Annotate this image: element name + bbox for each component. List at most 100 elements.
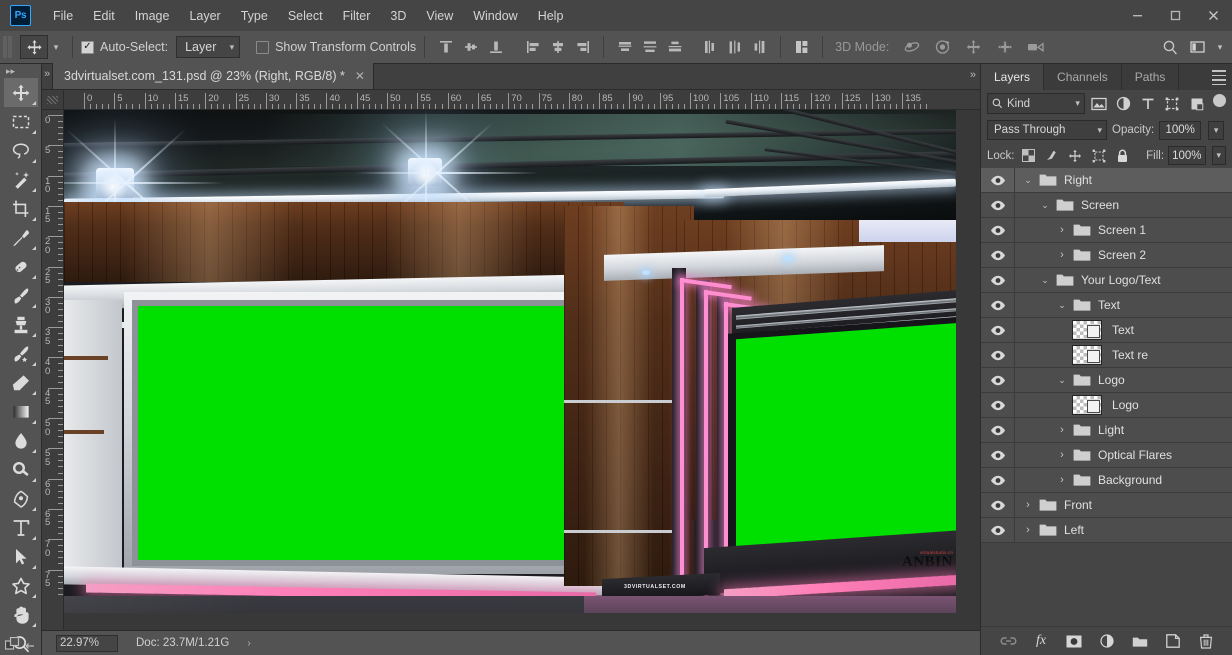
align-left-edges-icon[interactable] bbox=[520, 35, 545, 59]
horizontal-ruler[interactable]: 0 5 10 15 20 25 30 35 40 45 50 55 60 65 70 75 80 85 90 95 10… bbox=[64, 90, 980, 110]
distribute-top-edges-icon[interactable] bbox=[612, 35, 637, 59]
history-brush-tool[interactable] bbox=[4, 339, 38, 368]
hand-tool[interactable] bbox=[4, 600, 38, 629]
layer-visibility-toggle[interactable] bbox=[981, 517, 1015, 543]
minimize-button[interactable] bbox=[1118, 0, 1156, 31]
blur-tool[interactable] bbox=[4, 426, 38, 455]
move-tool-icon[interactable] bbox=[20, 35, 48, 59]
tab-bar-overflow-icon[interactable]: » bbox=[970, 69, 976, 81]
canvas-viewport[interactable]: ANBIN virtualstudio.cn 3DVIRTUALSET.COM bbox=[64, 110, 980, 630]
layer-visibility-toggle[interactable] bbox=[981, 267, 1015, 293]
layer-thumbnail[interactable] bbox=[1072, 320, 1102, 340]
document-tab[interactable]: 3dvirtualset.com_131.psd @ 23% (Right, R… bbox=[52, 63, 374, 89]
layer-list[interactable]: ⌄ Right ⌄ Screen › Screen 1 › Screen 2 ⌄ Your Log… bbox=[981, 168, 1232, 655]
align-horizontal-centers-icon[interactable] bbox=[545, 35, 570, 59]
distribute-right-edges-icon[interactable] bbox=[747, 35, 772, 59]
healing-brush-tool[interactable] bbox=[4, 252, 38, 281]
fill-input[interactable]: 100% bbox=[1168, 146, 1206, 165]
eraser-tool[interactable] bbox=[4, 368, 38, 397]
default-colors-icon[interactable] bbox=[5, 637, 20, 651]
auto-align-layers-icon[interactable] bbox=[789, 35, 814, 59]
delete-layer-icon[interactable] bbox=[1198, 633, 1215, 650]
zoom-level-input[interactable]: 22.97% bbox=[56, 634, 118, 652]
move-tool[interactable] bbox=[3, 78, 38, 107]
layer-thumbnail[interactable] bbox=[1072, 395, 1102, 415]
align-vertical-centers-icon[interactable] bbox=[458, 35, 483, 59]
panel-menu-icon[interactable] bbox=[1212, 70, 1226, 85]
menu-item-select[interactable]: Select bbox=[278, 5, 333, 27]
lock-artboard-icon[interactable] bbox=[1089, 145, 1109, 166]
new-layer-icon[interactable] bbox=[1165, 633, 1182, 650]
menu-item-file[interactable]: File bbox=[43, 5, 83, 27]
menu-item-window[interactable]: Window bbox=[463, 5, 527, 27]
swap-colors-icon[interactable] bbox=[24, 637, 37, 651]
close-icon[interactable]: ✕ bbox=[355, 69, 365, 83]
studio-set-artwork[interactable]: ANBIN virtualstudio.cn 3DVIRTUALSET.COM bbox=[64, 110, 956, 613]
layer-visibility-toggle[interactable] bbox=[981, 492, 1015, 518]
distribute-vertical-centers-icon[interactable] bbox=[637, 35, 662, 59]
auto-select-checkbox[interactable]: ✓ bbox=[81, 40, 94, 54]
tab-paths[interactable]: Paths bbox=[1122, 64, 1180, 90]
pan-3d-icon[interactable] bbox=[961, 35, 986, 59]
right-green-screen[interactable] bbox=[736, 320, 956, 562]
layer-visibility-toggle[interactable] bbox=[981, 242, 1015, 268]
opacity-input[interactable]: 100% bbox=[1159, 120, 1202, 140]
close-button[interactable] bbox=[1194, 0, 1232, 31]
magic-wand-tool[interactable] bbox=[4, 165, 38, 194]
layer-row[interactable]: ⌄ Screen bbox=[981, 192, 1232, 218]
layer-visibility-toggle[interactable] bbox=[981, 217, 1015, 243]
ruler-origin-corner[interactable] bbox=[42, 90, 64, 110]
dodge-tool[interactable] bbox=[4, 455, 38, 484]
pen-tool[interactable] bbox=[4, 484, 38, 513]
chevron-right-icon[interactable]: › bbox=[1021, 499, 1035, 511]
options-bar-grip[interactable] bbox=[3, 36, 13, 58]
layer-row[interactable]: › Optical Flares bbox=[981, 442, 1232, 468]
layer-row[interactable]: Text bbox=[981, 317, 1232, 343]
status-expand-icon[interactable]: › bbox=[247, 638, 250, 649]
distribute-bottom-edges-icon[interactable] bbox=[662, 35, 687, 59]
opacity-slider-caret-icon[interactable]: ▾ bbox=[1208, 120, 1225, 140]
roll-3d-icon[interactable] bbox=[930, 35, 955, 59]
new-fill-adjustment-icon[interactable] bbox=[1099, 633, 1116, 650]
chevron-right-icon[interactable]: › bbox=[1021, 524, 1035, 536]
align-top-edges-icon[interactable] bbox=[433, 35, 458, 59]
chevron-right-icon[interactable]: › bbox=[1055, 474, 1069, 486]
brush-tool[interactable] bbox=[4, 281, 38, 310]
vertical-ruler[interactable]: 0 5 1 0 1 5 2 0 2 5 3 0 3 5 4 0 4 5 5 0 5 5 6 0 6 5 7 … bbox=[42, 110, 64, 630]
blend-mode-dropdown[interactable]: Pass Through ▾ bbox=[987, 120, 1107, 140]
tools-panel-collapse[interactable]: ▸▸ bbox=[0, 64, 41, 78]
menu-item-help[interactable]: Help bbox=[528, 5, 574, 27]
chevron-down-icon[interactable]: ⌄ bbox=[1055, 375, 1069, 386]
camera-3d-icon[interactable] bbox=[1023, 35, 1048, 59]
layer-row[interactable]: Text re bbox=[981, 342, 1232, 368]
chevron-down-icon[interactable]: ⌄ bbox=[1055, 300, 1069, 311]
lock-image-pixels-icon[interactable] bbox=[1042, 145, 1062, 166]
filter-type-icon[interactable] bbox=[1137, 93, 1158, 114]
lock-transparent-pixels-icon[interactable] bbox=[1019, 145, 1039, 166]
menu-item-layer[interactable]: Layer bbox=[179, 5, 230, 27]
fill-slider-caret-icon[interactable]: ▾ bbox=[1211, 146, 1226, 165]
chevron-right-icon[interactable]: › bbox=[1055, 224, 1069, 236]
workspace-icon[interactable] bbox=[1185, 35, 1210, 59]
left-green-screen[interactable] bbox=[138, 306, 572, 560]
menu-item-filter[interactable]: Filter bbox=[333, 5, 381, 27]
gradient-tool[interactable] bbox=[4, 397, 38, 426]
align-right-edges-icon[interactable] bbox=[570, 35, 595, 59]
menu-item-image[interactable]: Image bbox=[125, 5, 180, 27]
layer-row[interactable]: Logo bbox=[981, 392, 1232, 418]
auto-select-scope-dropdown[interactable]: Layer ▾ bbox=[176, 36, 241, 58]
filter-shape-icon[interactable] bbox=[1161, 93, 1182, 114]
layer-row[interactable]: ⌄ Your Logo/Text bbox=[981, 267, 1232, 293]
lock-all-icon[interactable] bbox=[1113, 145, 1133, 166]
chevron-right-icon[interactable]: › bbox=[1055, 449, 1069, 461]
layer-visibility-toggle[interactable] bbox=[981, 342, 1015, 368]
path-selection-tool[interactable] bbox=[4, 542, 38, 571]
layer-visibility-toggle[interactable] bbox=[981, 417, 1015, 443]
layer-row[interactable]: ⌄ Right bbox=[981, 168, 1232, 193]
layer-visibility-toggle[interactable] bbox=[981, 317, 1015, 343]
filter-adjustment-icon[interactable] bbox=[1112, 93, 1133, 114]
distribute-left-edges-icon[interactable] bbox=[697, 35, 722, 59]
chevron-down-icon[interactable]: ⌄ bbox=[1038, 200, 1052, 211]
distribute-horizontal-centers-icon[interactable] bbox=[722, 35, 747, 59]
layer-row[interactable]: › Light bbox=[981, 417, 1232, 443]
